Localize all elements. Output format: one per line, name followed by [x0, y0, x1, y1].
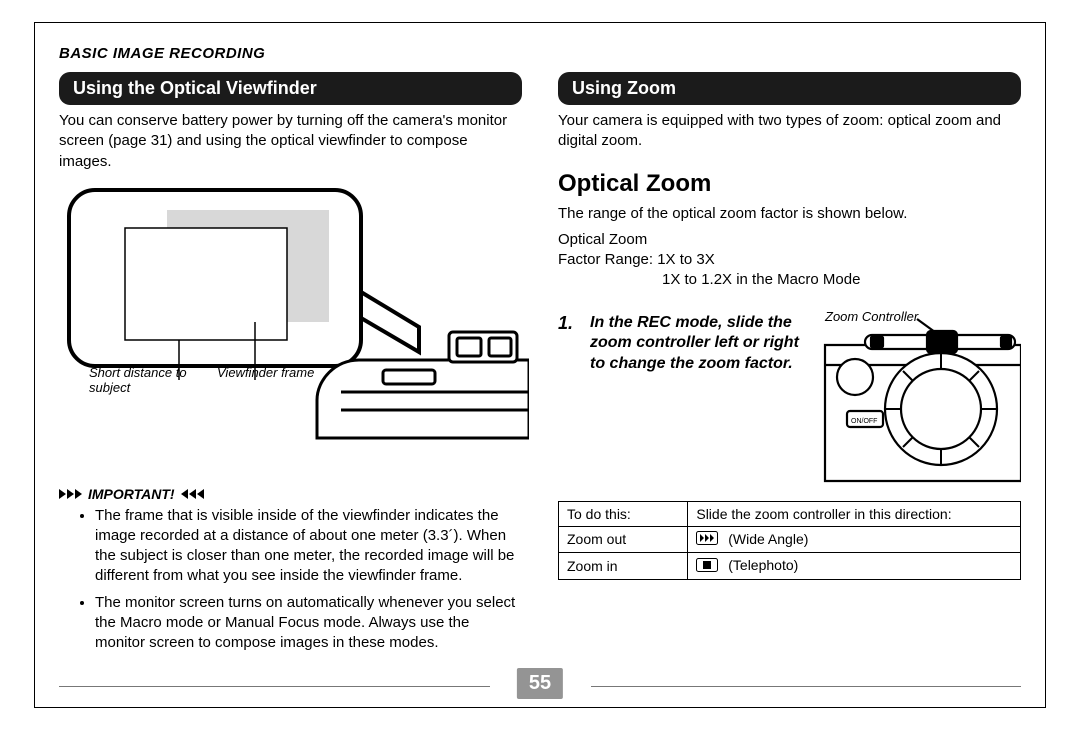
page-number: 55: [517, 668, 563, 699]
important-item: The frame that is visible inside of the …: [95, 506, 522, 587]
td-wide-angle: (Wide Angle): [688, 526, 1021, 553]
label-short-distance: Short distance to subject: [89, 366, 199, 396]
footer-rule-right: [591, 686, 1022, 687]
zoom-controller-illustration: ON/OFF: [821, 313, 1021, 483]
table-header-row: To do this: Slide the zoom controller in…: [559, 501, 1021, 526]
label-viewfinder-frame: Viewfinder frame: [217, 366, 314, 396]
viewfinder-figure: [59, 182, 522, 442]
heading-using-zoom: Using Zoom: [558, 72, 1021, 105]
viewfinder-labels: Short distance to subject Viewfinder fra…: [89, 366, 522, 396]
th-direction: Slide the zoom controller in this direct…: [688, 501, 1021, 526]
step-1: 1. In the REC mode, slide the zoom contr…: [558, 313, 1021, 483]
td-telephoto: (Telephoto): [688, 553, 1021, 580]
viewfinder-paragraph: You can conserve battery power by turnin…: [59, 111, 522, 172]
telephoto-text: (Telephoto): [728, 557, 798, 573]
td-zoom-out: Zoom out: [559, 526, 688, 553]
chevrons-right-icon: [59, 489, 82, 499]
subheading-optical-zoom: Optical Zoom: [558, 170, 1021, 198]
td-zoom-in: Zoom in: [559, 553, 688, 580]
zoom-paragraph: Your camera is equipped with two types o…: [558, 111, 1021, 152]
spec-l1: Optical Zoom: [558, 230, 1021, 250]
zoom-controller-caption: Zoom Controller: [825, 309, 918, 324]
manual-page: BASIC IMAGE RECORDING Using the Optical …: [0, 0, 1080, 730]
telephoto-icon: [696, 558, 718, 575]
step-number: 1.: [558, 313, 580, 483]
important-heading: IMPORTANT!: [59, 486, 522, 502]
table-row: Zoom out (Wide Angle): [559, 526, 1021, 553]
wide-angle-icon: [696, 531, 718, 548]
footer-rule-left: [59, 686, 490, 687]
important-item: The monitor screen turns on automaticall…: [95, 593, 522, 654]
important-list: The frame that is visible inside of the …: [95, 506, 522, 654]
page-frame: BASIC IMAGE RECORDING Using the Optical …: [34, 22, 1046, 708]
onoff-label: ON/OFF: [851, 418, 877, 425]
left-column: Using the Optical Viewfinder You can con…: [59, 72, 522, 659]
section-header: BASIC IMAGE RECORDING: [59, 45, 1021, 62]
zoom-spec: Optical Zoom Factor Range: 1X to 3X 1X t…: [558, 230, 1021, 291]
spec-l2: Factor Range: 1X to 3X: [558, 250, 1021, 270]
heading-optical-viewfinder: Using the Optical Viewfinder: [59, 72, 522, 105]
range-intro: The range of the optical zoom factor is …: [558, 204, 1021, 224]
zoom-direction-table: To do this: Slide the zoom controller in…: [558, 501, 1021, 581]
step-text: In the REC mode, slide the zoom controll…: [590, 313, 811, 483]
th-action: To do this:: [559, 501, 688, 526]
chevrons-left-icon: [181, 489, 204, 499]
two-column-layout: Using the Optical Viewfinder You can con…: [59, 72, 1021, 659]
zoom-controller-figure: Zoom Controller: [821, 313, 1021, 483]
right-column: Using Zoom Your camera is equipped with …: [558, 72, 1021, 659]
spec-l3: 1X to 1.2X in the Macro Mode: [558, 270, 1021, 290]
viewfinder-illustration: [59, 182, 529, 442]
table-row: Zoom in (Telephoto): [559, 553, 1021, 580]
important-label: IMPORTANT!: [88, 486, 175, 502]
wide-angle-text: (Wide Angle): [728, 531, 808, 547]
